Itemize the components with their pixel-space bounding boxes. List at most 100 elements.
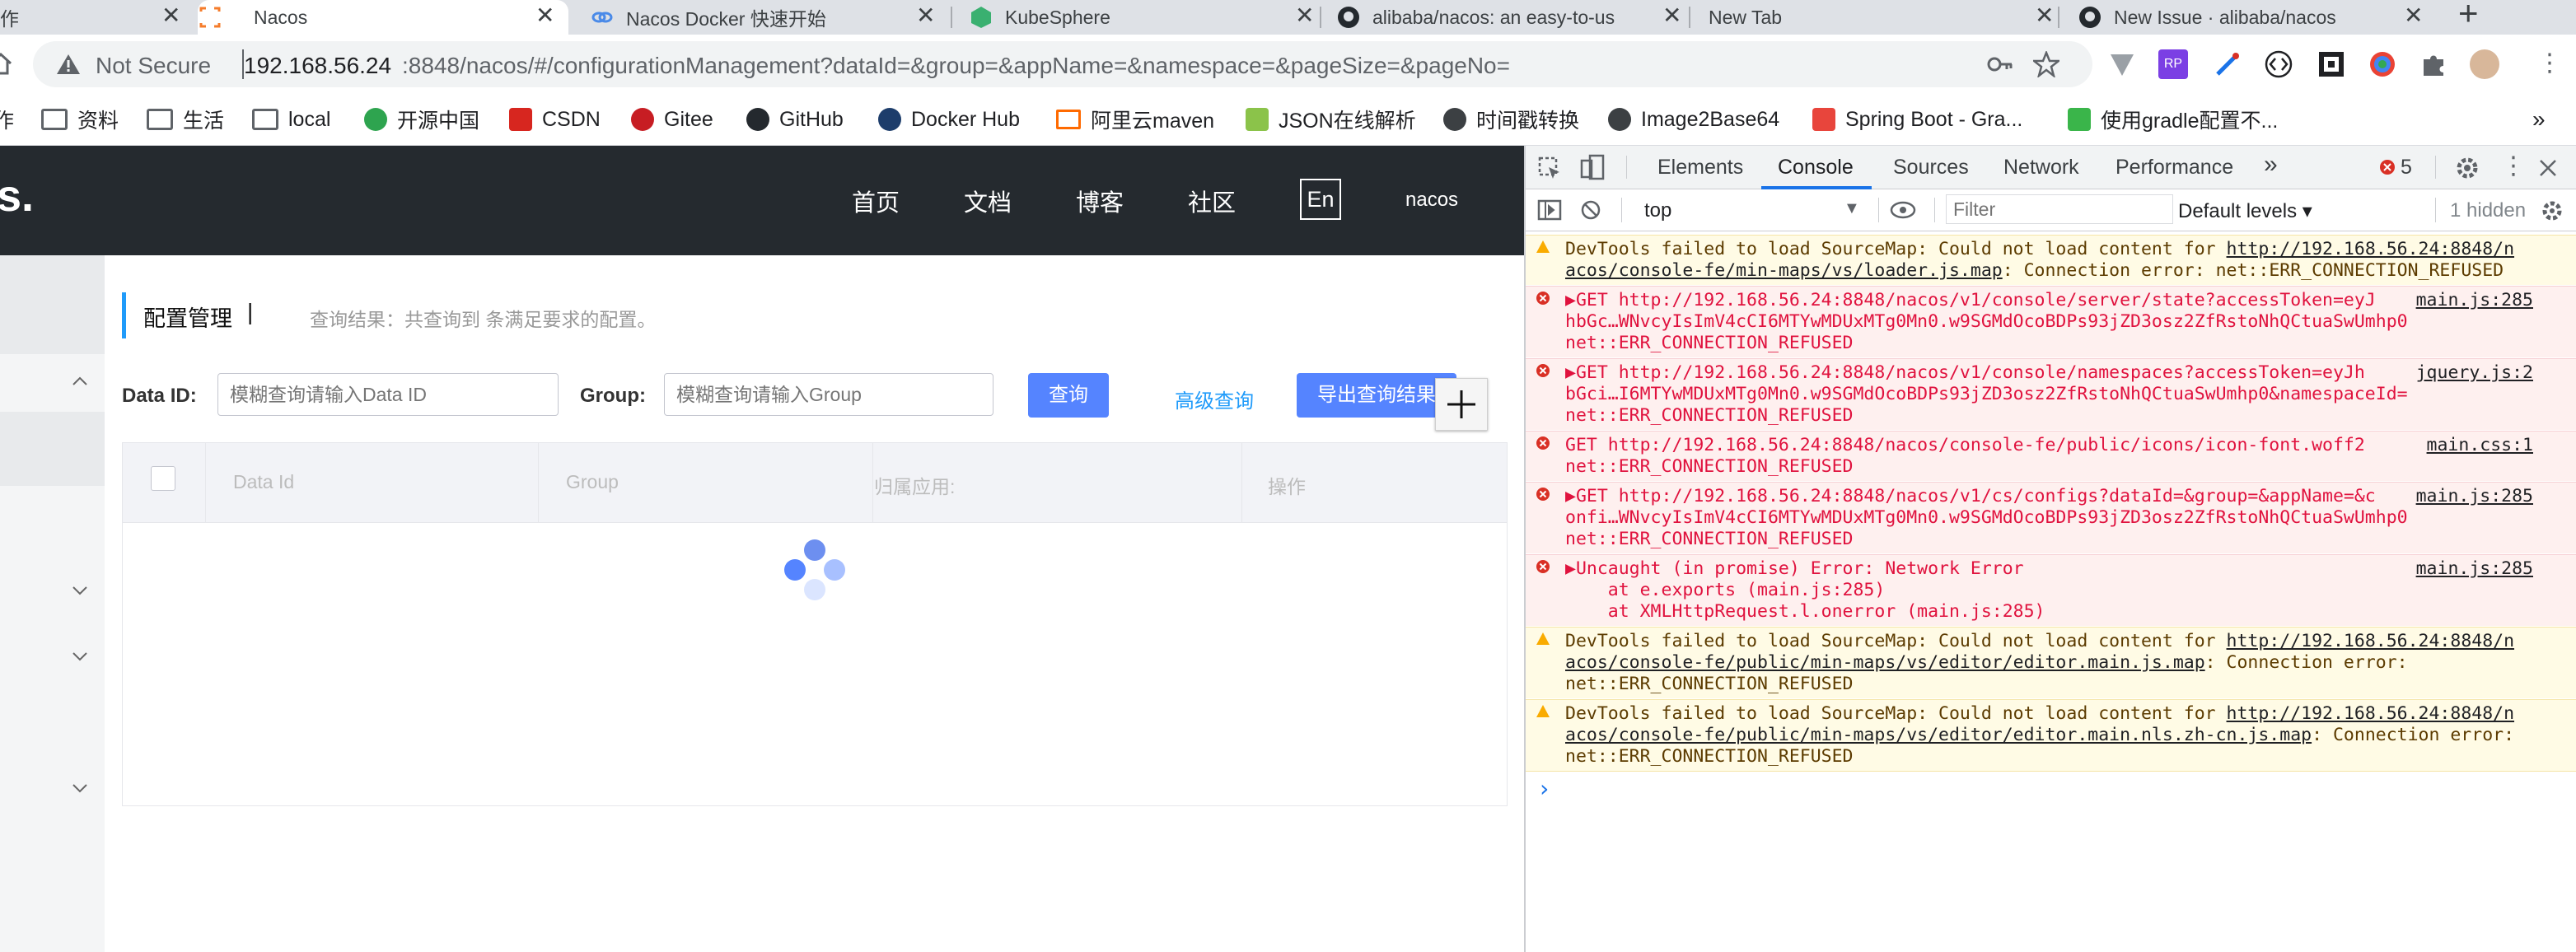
nav-docs[interactable]: 文档 xyxy=(964,184,1012,218)
new-tab-button[interactable]: + xyxy=(2458,0,2479,33)
advanced-query-link[interactable]: 高级查询 xyxy=(1175,385,1254,413)
toolbar-divider xyxy=(1621,198,1622,222)
sidebar-item-config[interactable] xyxy=(0,412,105,486)
bookmark-gradle[interactable]: 使用gradle配置不... xyxy=(2068,105,2278,133)
console-message-error[interactable]: ▶GET http://192.168.56.24:8848/nacos/v1/… xyxy=(1526,358,2576,430)
device-toolbar-icon[interactable] xyxy=(1580,154,1605,180)
tab-nacos-docker[interactable]: Nacos Docker 快速开始 ✕ xyxy=(590,0,952,35)
nacos-logo[interactable]: s. xyxy=(0,170,34,222)
security-label[interactable]: Not Secure xyxy=(96,53,211,79)
more-tabs-button[interactable]: » xyxy=(2264,151,2278,179)
context-dropdown-icon[interactable]: ▼ xyxy=(1844,199,1860,218)
context-selector[interactable]: top xyxy=(1644,199,1671,222)
tab-close-icon[interactable]: ✕ xyxy=(535,2,554,30)
tab-github-nacos[interactable]: alibaba/nacos: an easy-to-us ✕ xyxy=(1336,0,1699,35)
live-expression-eye-icon[interactable] xyxy=(1890,199,1916,221)
sidebar-toggle-icon[interactable] xyxy=(1537,199,1562,221)
message-source-link[interactable]: main.js:285 xyxy=(2416,486,2533,507)
console-message-warning[interactable]: DevTools failed to load SourceMap: Could… xyxy=(1526,627,2576,698)
tab-title: New Issue · alibaba/nacos xyxy=(2114,6,2336,28)
sidebar-item-selected[interactable] xyxy=(0,255,105,354)
customize-menu-icon[interactable]: ⋮ xyxy=(2501,154,2526,179)
bookmark-dockerhub[interactable]: Docker Hub xyxy=(878,105,1020,133)
console-message-error[interactable]: ▶GET http://192.168.56.24:8848/nacos/v1/… xyxy=(1526,482,2576,553)
bookmark-folder[interactable]: 资料 xyxy=(41,105,119,133)
console-message-warning[interactable]: DevTools failed to load SourceMap: Could… xyxy=(1526,699,2576,772)
close-devtools-icon[interactable] xyxy=(2537,157,2559,179)
bookmark-oschina[interactable]: 开源中国 xyxy=(364,105,479,133)
chevron-down-icon[interactable] xyxy=(71,782,89,794)
tab-close-icon[interactable]: ✕ xyxy=(2404,2,2423,30)
message-source-link[interactable]: main.css:1 xyxy=(2427,435,2533,456)
bookmark-aliyun-maven[interactable]: 阿里云maven xyxy=(1056,105,1214,133)
bookmark-folder[interactable]: 生活 xyxy=(147,105,224,133)
nav-blog[interactable]: 博客 xyxy=(1076,184,1124,218)
tab-close-icon[interactable]: ✕ xyxy=(1295,2,1314,30)
tab-close-icon[interactable]: ✕ xyxy=(2035,2,2054,30)
star-icon[interactable] xyxy=(2031,49,2062,79)
rp-extension-icon[interactable]: RP xyxy=(2158,49,2188,79)
settings-gear-icon[interactable] xyxy=(2455,156,2480,180)
message-source-link[interactable]: jquery.js:2 xyxy=(2416,362,2533,384)
bookmark-github[interactable]: GitHub xyxy=(746,105,844,133)
tab-new-tab[interactable]: New Tab ✕ xyxy=(1709,0,2055,35)
message-source-link[interactable]: main.js:285 xyxy=(2416,290,2533,311)
tab-console[interactable]: Console xyxy=(1778,156,1854,180)
bookmark-json[interactable]: JSON在线解析 xyxy=(1246,105,1416,133)
chevron-down-icon[interactable] xyxy=(71,651,89,662)
language-button[interactable]: En xyxy=(1300,179,1341,220)
clear-console-icon[interactable] xyxy=(1580,199,1601,221)
bookmark-item[interactable]: 作 xyxy=(0,105,14,133)
console-filter-input[interactable] xyxy=(1946,194,2173,224)
chevron-down-icon[interactable] xyxy=(71,585,89,596)
inspect-element-icon[interactable] xyxy=(1537,156,1562,180)
tab-kubesphere[interactable]: KubeSphere ✕ xyxy=(969,0,1323,35)
tab-network[interactable]: Network xyxy=(2003,156,2079,180)
bookmark-spring-boot[interactable]: Spring Boot - Gra... xyxy=(1812,105,2022,133)
home-icon[interactable] xyxy=(0,51,13,76)
tab-close-icon[interactable]: ✕ xyxy=(161,2,180,30)
code-extension-icon[interactable] xyxy=(2264,49,2293,79)
key-icon[interactable] xyxy=(1987,53,2013,76)
color-extension-icon[interactable] xyxy=(2368,49,2397,79)
bookmark-timestamp[interactable]: 时间戳转换 xyxy=(1443,105,1579,133)
tab-new-issue[interactable]: New Issue · alibaba/nacos ✕ xyxy=(2078,0,2432,35)
tab-elements[interactable]: Elements xyxy=(1657,156,1743,180)
extension-triangle-icon[interactable] xyxy=(2107,49,2137,79)
bookmark-folder[interactable]: local xyxy=(252,105,330,133)
tab-nacos[interactable]: Nacos ✕ xyxy=(198,0,568,35)
pen-extension-icon[interactable] xyxy=(2213,49,2242,79)
export-button[interactable]: 导出查询结果 xyxy=(1297,373,1456,418)
console-message-error[interactable]: ▶Uncaught (in promise) Error: Network Er… xyxy=(1526,554,2576,626)
bookmark-image2base64[interactable]: Image2Base64 xyxy=(1608,105,1779,133)
user-name[interactable]: nacos xyxy=(1405,189,1458,212)
tab-close-icon[interactable]: ✕ xyxy=(1662,2,1681,30)
bookmarks-overflow-button[interactable]: » xyxy=(2532,105,2546,133)
group-input[interactable] xyxy=(664,373,993,416)
qr-extension-icon[interactable] xyxy=(2317,49,2346,79)
error-count[interactable]: 5 xyxy=(2401,156,2412,180)
tab-close-icon[interactable]: ✕ xyxy=(916,2,935,30)
tab-0[interactable]: 作 ✕ xyxy=(0,0,181,35)
tab-performance[interactable]: Performance xyxy=(2115,156,2233,180)
query-button[interactable]: 查询 xyxy=(1028,373,1109,418)
bookmark-csdn[interactable]: CSDN xyxy=(509,105,601,133)
console-message-error[interactable]: ▶GET http://192.168.56.24:8848/nacos/v1/… xyxy=(1526,286,2576,357)
console-message-error[interactable]: GET http://192.168.56.24:8848/nacos/cons… xyxy=(1526,431,2576,481)
log-levels-dropdown[interactable]: Default levels ▾ xyxy=(2178,199,2312,223)
profile-avatar[interactable] xyxy=(2470,49,2499,79)
select-all-checkbox[interactable] xyxy=(151,466,175,491)
nav-home[interactable]: 首页 xyxy=(852,184,900,218)
address-bar[interactable]: Not Secure 192.168.56.24 :8848/nacos/#/c… xyxy=(33,41,2092,87)
console-message-warning[interactable]: DevTools failed to load SourceMap: Could… xyxy=(1526,235,2576,285)
more-menu-icon[interactable]: ⋮ xyxy=(2537,51,2562,76)
message-source-link[interactable]: main.js:285 xyxy=(2416,558,2533,580)
bookmark-gitee[interactable]: Gitee xyxy=(631,105,713,133)
chevron-up-icon[interactable] xyxy=(71,376,89,387)
console-settings-gear-icon[interactable] xyxy=(2541,199,2564,222)
console-prompt[interactable]: › xyxy=(1537,775,1551,802)
nav-community[interactable]: 社区 xyxy=(1188,184,1236,218)
puzzle-extensions-icon[interactable] xyxy=(2419,49,2448,79)
dataid-input[interactable] xyxy=(217,373,559,416)
tab-sources[interactable]: Sources xyxy=(1893,156,1969,180)
